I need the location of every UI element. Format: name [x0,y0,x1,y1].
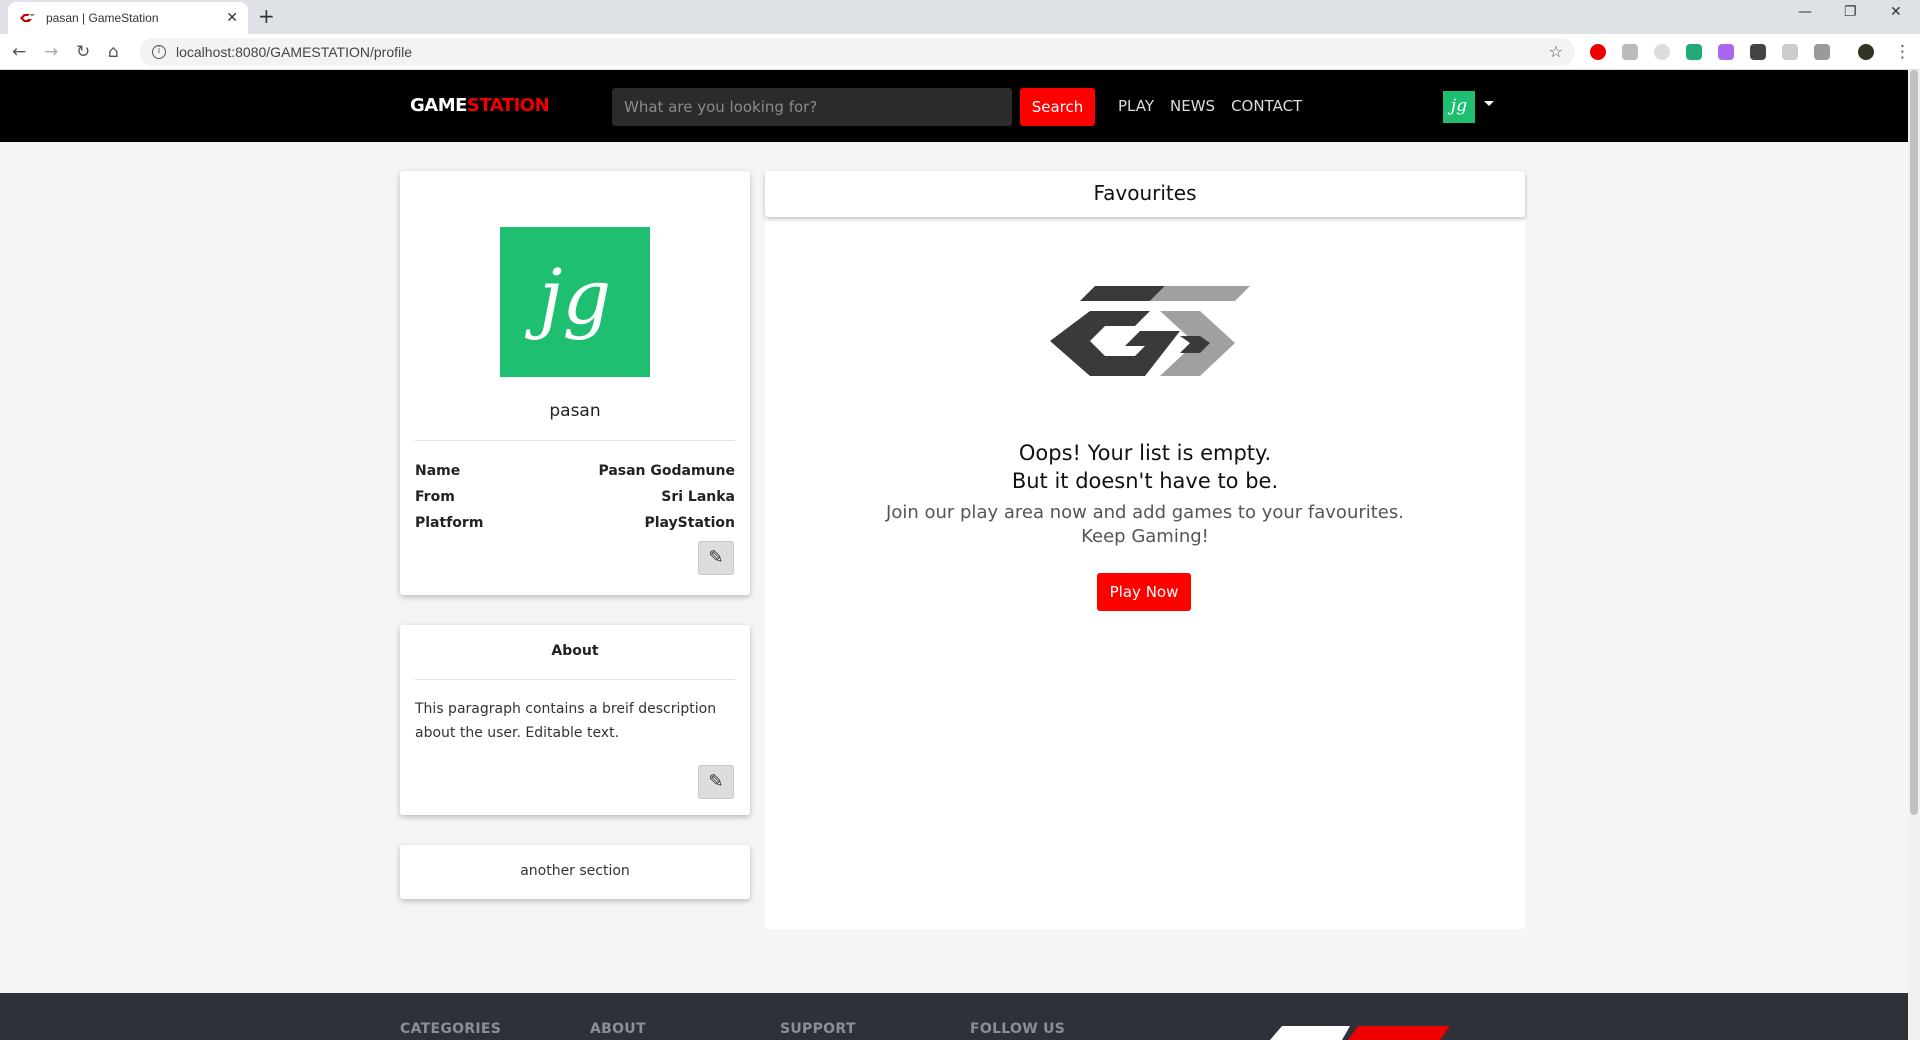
another-section-card: another section [400,845,750,899]
browser-toolbar: ← → ↻ ⌂ i localhost:8080/GAMESTATION/pro… [0,34,1920,70]
profile-row-name: Name Pasan Godamune [415,463,735,479]
reload-icon[interactable]: ↻ [76,42,90,62]
field-label: Platform [415,515,484,531]
url-text: localhost:8080/GAMESTATION/profile [176,44,413,60]
divider [415,679,735,680]
field-value: PlayStation [644,515,735,531]
nav-contact[interactable]: CONTACT [1231,97,1302,115]
main-nav: PLAY NEWS CONTACT [1118,97,1302,115]
tab-title: pasan | GameStation [46,11,159,25]
menu-dots-icon[interactable]: ⋮ [1894,42,1911,62]
extension-icon[interactable] [1654,44,1670,60]
profile-avatar-icon[interactable] [1858,44,1874,60]
pen-extension-icon[interactable] [1718,44,1734,60]
footer-logo-icon [1270,1026,1450,1040]
nav-play[interactable]: PLAY [1118,97,1154,115]
field-value: Sri Lanka [661,489,735,505]
pencil-icon: ✎ [708,771,724,792]
site-info-icon[interactable]: i [152,45,166,59]
empty-list-cta-text: Join our play area now and add games to … [886,502,1404,547]
profile-avatar: jg [500,227,650,377]
gamestation-favicon-icon [20,14,35,22]
minimize-icon[interactable]: — [1798,4,1812,20]
profile-username: pasan [549,401,601,421]
about-card: About This paragraph contains a breif de… [400,625,750,815]
new-tab-button[interactable]: + [258,4,275,28]
profile-card: jg pasan Name Pasan Godamune From Sri La… [400,171,750,595]
scrollbar-thumb[interactable] [1910,70,1918,815]
extension-icon[interactable] [1782,44,1798,60]
opera-extension-icon[interactable] [1590,44,1606,60]
profile-row-platform: Platform PlayStation [415,515,735,531]
bookmark-star-icon[interactable]: ☆ [1549,42,1563,61]
empty-list-message: Oops! Your list is empty. But it doesn't… [1011,441,1279,493]
gamestation-gs-logo-icon [1050,286,1250,376]
footer-support-heading: SUPPORT [780,1021,856,1037]
field-value: Pasan Godamune [598,463,735,479]
tab-close-icon[interactable]: ✕ [226,10,238,26]
footer-categories-heading: CATEGORIES [400,1021,502,1037]
about-title: About [551,643,599,659]
extension-icon[interactable] [1622,44,1638,60]
profile-row-from: From Sri Lanka [415,489,735,505]
another-section-text: another section [520,863,630,879]
browser-tab-bar: pasan | GameStation ✕ + — ❐ ✕ [0,0,1920,34]
recycle-extension-icon[interactable] [1686,44,1702,60]
edit-about-button[interactable]: ✎ [698,765,734,799]
font-extension-icon[interactable] [1750,44,1766,60]
footer-about-heading: ABOUT [590,1021,646,1037]
page-scrollbar[interactable] [1908,70,1920,1040]
about-text: This paragraph contains a breif descript… [415,701,717,741]
forward-icon[interactable]: → [44,42,58,62]
favourites-header: Favourites [765,171,1525,217]
window-close-icon[interactable]: ✕ [1890,4,1902,20]
cloud-extension-icon[interactable] [1814,44,1830,60]
edit-profile-button[interactable]: ✎ [698,541,734,575]
home-icon[interactable]: ⌂ [108,42,119,62]
back-icon[interactable]: ← [12,42,26,62]
chevron-down-icon[interactable] [1484,101,1494,106]
pencil-icon: ✎ [708,547,724,568]
address-bar[interactable]: i localhost:8080/GAMESTATION/profile ☆ [140,38,1575,66]
footer-follow-us-heading: FOLLOW US [970,1021,1066,1037]
favourites-title: Favourites [1093,181,1197,205]
divider [415,440,735,441]
play-now-button[interactable]: Play Now [1097,573,1191,611]
search-input[interactable] [612,88,1012,126]
user-avatar[interactable]: jg [1443,91,1475,123]
site-footer: CATEGORIES ABOUT SUPPORT FOLLOW US [0,993,1908,1040]
gamestation-logo[interactable]: GAMESTATION [410,95,550,116]
search-button[interactable]: Search [1020,88,1095,126]
site-header: GAMESTATION Search PLAY NEWS CONTACT jg [0,70,1908,142]
favourites-panel: Favourites Oops! Your list is empty. But… [765,171,1525,929]
restore-icon[interactable]: ❐ [1844,4,1857,20]
field-label: Name [415,463,461,479]
browser-tab[interactable]: pasan | GameStation ✕ [8,2,248,34]
field-label: From [415,489,455,505]
nav-news[interactable]: NEWS [1170,97,1215,115]
